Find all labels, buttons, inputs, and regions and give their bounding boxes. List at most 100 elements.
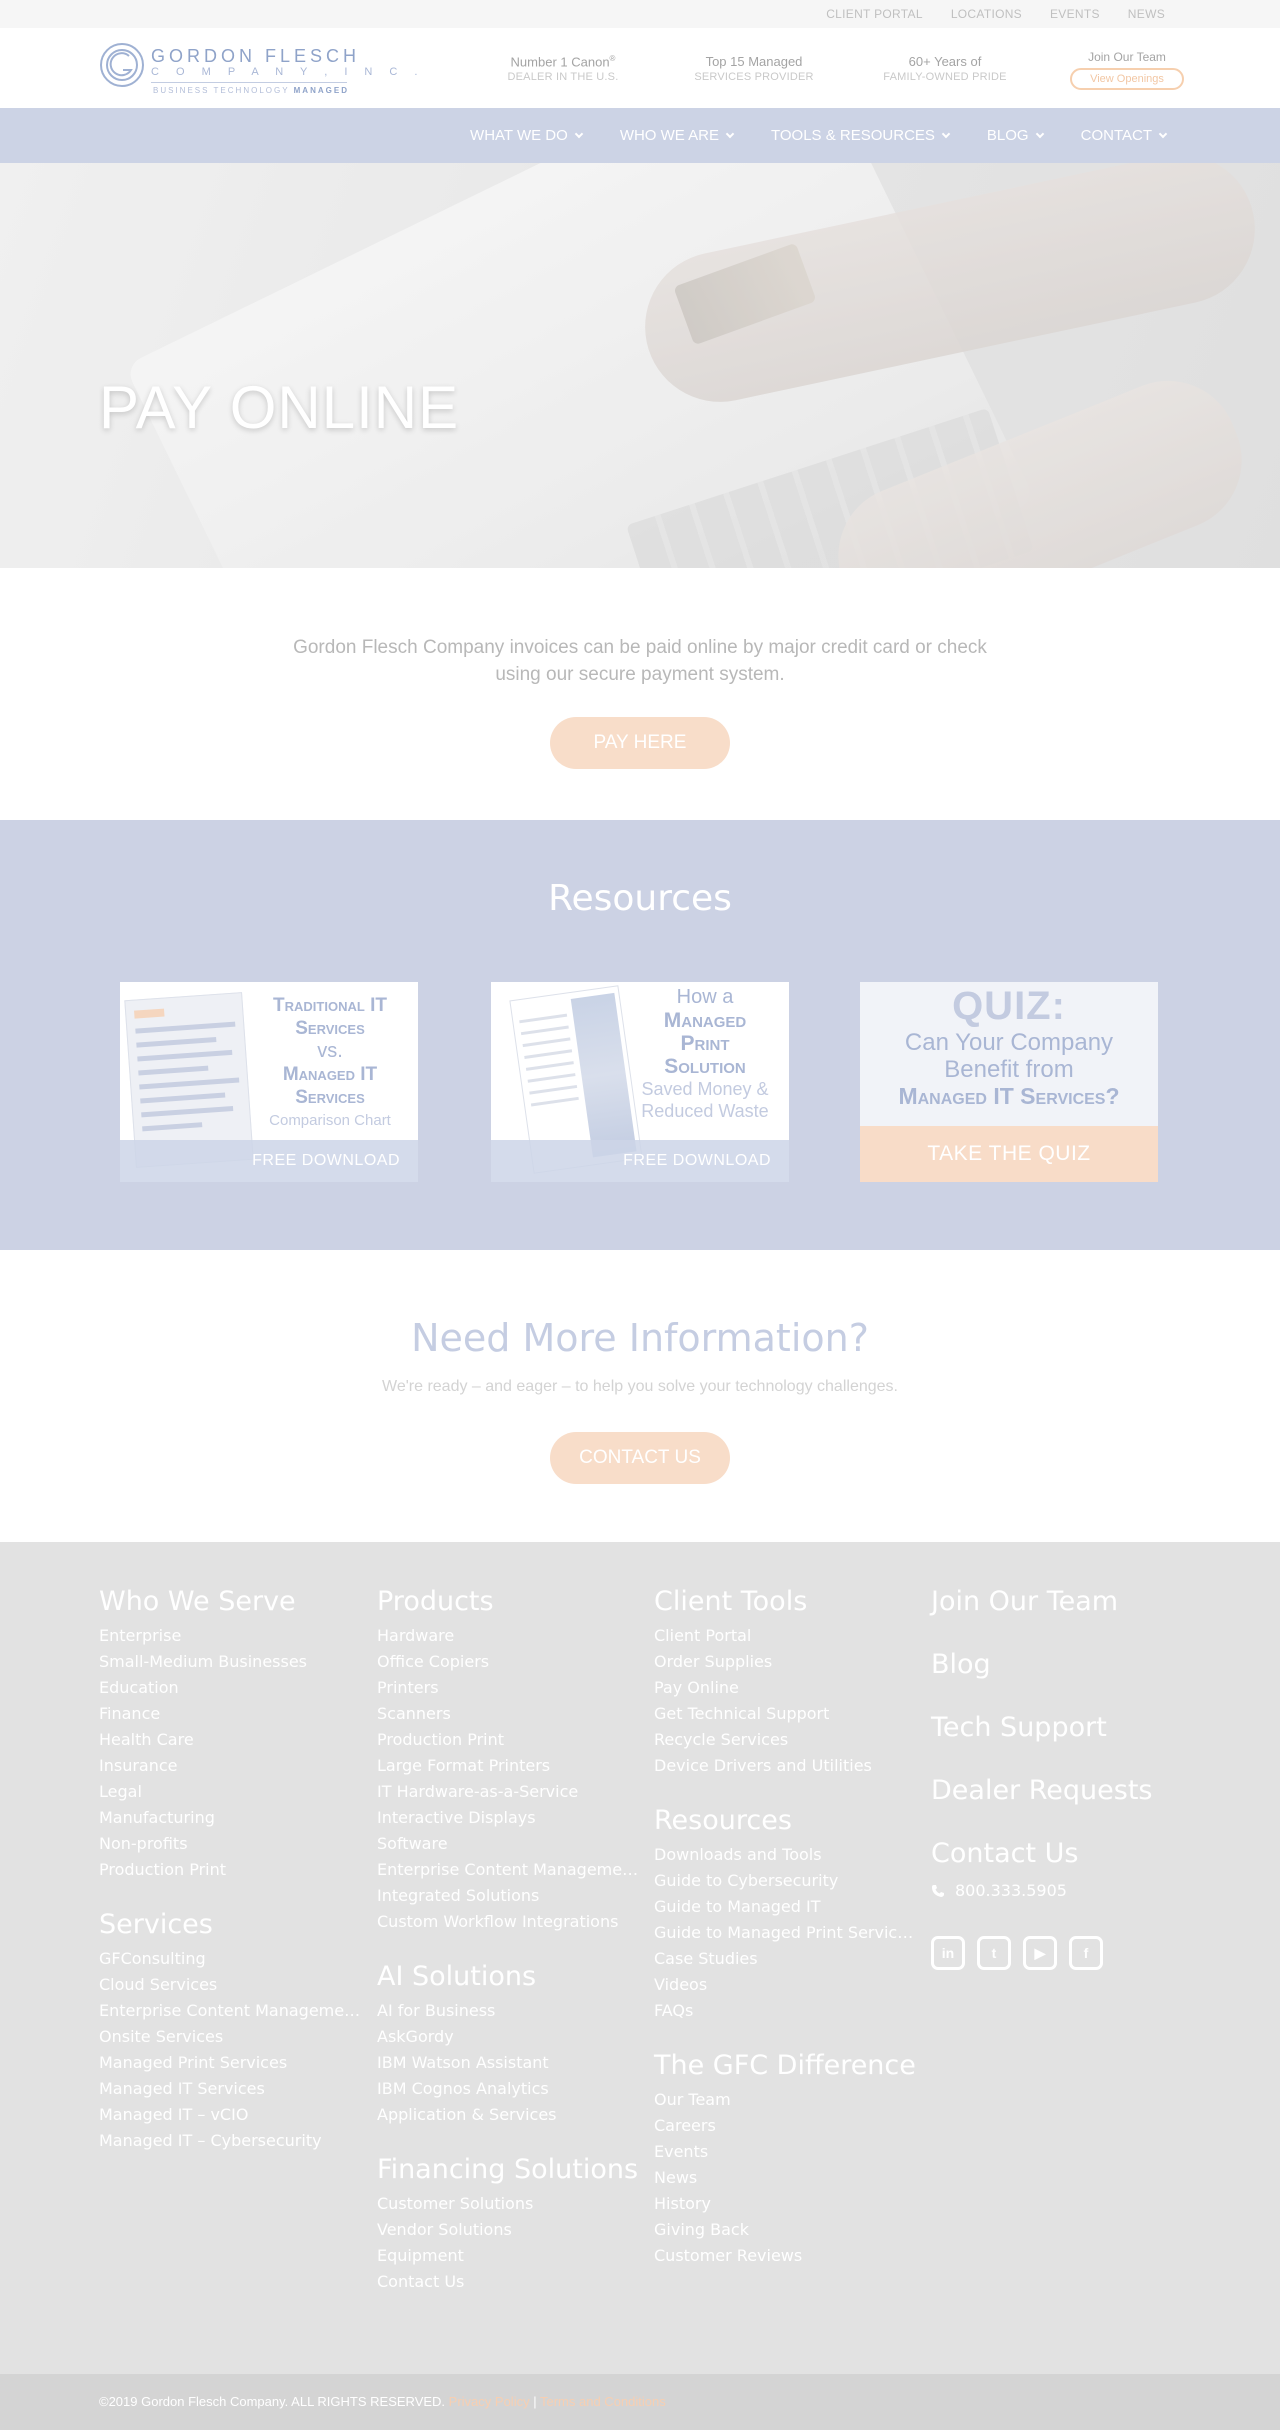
nav-blog[interactable]: BLOG bbox=[987, 127, 1044, 144]
youtube-icon[interactable]: ▶ bbox=[1023, 1936, 1057, 1970]
news-link[interactable]: NEWS bbox=[1128, 7, 1165, 21]
footer-link[interactable]: IBM Watson Assistant bbox=[377, 2050, 639, 2076]
nav-who-we-are[interactable]: WHO WE ARE bbox=[620, 127, 735, 144]
footer-link[interactable]: Giving Back bbox=[654, 2217, 916, 2243]
footer-join-team-link[interactable]: Join Our Team bbox=[931, 1586, 1193, 1617]
footer-link[interactable]: Non-profits bbox=[99, 1831, 361, 1857]
footer-link[interactable]: AskGordy bbox=[377, 2024, 639, 2050]
footer-link[interactable]: Enterprise Content Manageme… bbox=[99, 1998, 361, 2024]
nav-what-we-do[interactable]: WHAT WE DO bbox=[470, 127, 584, 144]
client-portal-link[interactable]: CLIENT PORTAL bbox=[826, 7, 923, 21]
quiz-line: Can Your Company bbox=[904, 1029, 1114, 1056]
footer-link[interactable]: Legal bbox=[99, 1779, 361, 1805]
footer-link[interactable]: Careers bbox=[654, 2113, 916, 2139]
free-download-button[interactable]: FREE DOWNLOAD bbox=[491, 1140, 789, 1182]
footer-heading: Financing Solutions bbox=[377, 2154, 639, 2185]
footer-link[interactable]: Get Technical Support bbox=[654, 1701, 916, 1727]
resource-card-quiz[interactable]: QUIZ: Can Your Company Benefit from Mana… bbox=[860, 982, 1158, 1182]
facebook-icon[interactable]: f bbox=[1069, 1936, 1103, 1970]
footer-link[interactable]: Recycle Services bbox=[654, 1727, 916, 1753]
resource-card-it-comparison[interactable]: Traditional IT Services vs. Managed IT S… bbox=[120, 982, 418, 1182]
contact-us-button[interactable]: CONTACT US bbox=[550, 1432, 730, 1484]
footer-link[interactable]: Customer Solutions bbox=[377, 2191, 639, 2217]
footer-dealer-requests-link[interactable]: Dealer Requests bbox=[931, 1775, 1193, 1806]
locations-link[interactable]: LOCATIONS bbox=[951, 7, 1022, 21]
pay-here-button[interactable]: PAY HERE bbox=[550, 717, 730, 769]
footer-link[interactable]: Office Copiers bbox=[377, 1649, 639, 1675]
footer-link[interactable]: Pay Online bbox=[654, 1675, 916, 1701]
top-utility-bar: CLIENT PORTAL LOCATIONS EVENTS NEWS bbox=[0, 0, 1280, 28]
footer-link[interactable]: Managed IT – Cybersecurity bbox=[99, 2128, 361, 2154]
join-team-label[interactable]: Join Our Team bbox=[1070, 50, 1184, 64]
terms-link[interactable]: Terms and Conditions bbox=[540, 2394, 666, 2409]
footer-link[interactable]: Contact Us bbox=[377, 2269, 639, 2295]
footer-link[interactable]: GFConsulting bbox=[99, 1946, 361, 1972]
footer-link[interactable]: Guide to Managed IT bbox=[654, 1894, 916, 1920]
footer-link[interactable]: Customer Reviews bbox=[654, 2243, 916, 2269]
footer-link[interactable]: IBM Cognos Analytics bbox=[377, 2076, 639, 2102]
twitter-icon[interactable]: t bbox=[977, 1936, 1011, 1970]
footer-tech-support-link[interactable]: Tech Support bbox=[931, 1712, 1193, 1743]
footer-link[interactable]: Production Print bbox=[377, 1727, 639, 1753]
thumb-line bbox=[525, 1061, 574, 1071]
footer-link[interactable]: Case Studies bbox=[654, 1946, 916, 1972]
footer-link[interactable]: Printers bbox=[377, 1675, 639, 1701]
footer-link[interactable]: Client Portal bbox=[654, 1623, 916, 1649]
footer-link[interactable]: Guide to Cybersecurity bbox=[654, 1868, 916, 1894]
view-openings-button[interactable]: View Openings bbox=[1070, 68, 1184, 90]
footer-link[interactable]: Small-Medium Businesses bbox=[99, 1649, 361, 1675]
thumb-line bbox=[137, 1049, 233, 1062]
footer-link[interactable]: History bbox=[654, 2191, 916, 2217]
nav-contact[interactable]: CONTACT bbox=[1081, 127, 1168, 144]
footer-link[interactable]: Scanners bbox=[377, 1701, 639, 1727]
footer-contact-us-link[interactable]: Contact Us bbox=[931, 1838, 1193, 1869]
footer-link[interactable]: Guide to Managed Print Servic… bbox=[654, 1920, 916, 1946]
footer-link[interactable]: Onsite Services bbox=[99, 2024, 361, 2050]
footer-link[interactable]: Software bbox=[377, 1831, 639, 1857]
resource-card-managed-print[interactable]: How a Managed Print Solution Saved Money… bbox=[491, 982, 789, 1182]
footer-link[interactable]: Finance bbox=[99, 1701, 361, 1727]
footer-link[interactable]: Enterprise Content Manageme… bbox=[377, 1857, 639, 1883]
footer-phone[interactable]: 800.333.5905 bbox=[931, 1881, 1193, 1900]
footer-link[interactable]: News bbox=[654, 2165, 916, 2191]
footer-link[interactable]: Large Format Printers bbox=[377, 1753, 639, 1779]
footer-link[interactable]: Insurance bbox=[99, 1753, 361, 1779]
quiz-line: Managed IT Services? bbox=[898, 1083, 1120, 1109]
free-download-button[interactable]: FREE DOWNLOAD bbox=[120, 1140, 418, 1182]
footer-link[interactable]: Downloads and Tools bbox=[654, 1842, 916, 1868]
footer-link[interactable]: Vendor Solutions bbox=[377, 2217, 639, 2243]
footer-link[interactable]: AI for Business bbox=[377, 1998, 639, 2024]
footer-blog-link[interactable]: Blog bbox=[931, 1649, 1193, 1680]
more-info-section: Need More Information? We're ready – and… bbox=[0, 1250, 1280, 1542]
footer-link[interactable]: FAQs bbox=[654, 1998, 916, 2024]
footer-link[interactable]: Device Drivers and Utilities bbox=[654, 1753, 916, 1779]
thumb-line bbox=[527, 1073, 576, 1083]
nav-tools-resources[interactable]: TOOLS & RESOURCES bbox=[771, 127, 951, 144]
footer-link[interactable]: Application & Services bbox=[377, 2102, 639, 2128]
company-logo[interactable]: GORDON FLESCH C O M P A N Y , I N C . BU… bbox=[99, 40, 417, 100]
footer-link[interactable]: Order Supplies bbox=[654, 1649, 916, 1675]
footer-link[interactable]: Interactive Displays bbox=[377, 1805, 639, 1831]
footer-link[interactable]: Education bbox=[99, 1675, 361, 1701]
footer-link[interactable]: Hardware bbox=[377, 1623, 639, 1649]
footer-link[interactable]: Production Print bbox=[99, 1857, 361, 1883]
linkedin-icon[interactable]: in bbox=[931, 1936, 965, 1970]
footer-link[interactable]: Cloud Services bbox=[99, 1972, 361, 1998]
take-the-quiz-button[interactable]: TAKE THE QUIZ bbox=[860, 1126, 1158, 1182]
footer-link[interactable]: IT Hardware-as-a-Service bbox=[377, 1779, 639, 1805]
footer-link[interactable]: Managed Print Services bbox=[99, 2050, 361, 2076]
footer-link[interactable]: Manufacturing bbox=[99, 1805, 361, 1831]
footer-link[interactable]: Events bbox=[654, 2139, 916, 2165]
privacy-policy-link[interactable]: Privacy Policy bbox=[449, 2394, 530, 2409]
events-link[interactable]: EVENTS bbox=[1050, 7, 1100, 21]
footer-link[interactable]: Enterprise bbox=[99, 1623, 361, 1649]
footer-link[interactable]: Managed IT Services bbox=[99, 2076, 361, 2102]
footer-link[interactable]: Managed IT – vCIO bbox=[99, 2102, 361, 2128]
footer-link[interactable]: Our Team bbox=[654, 2087, 916, 2113]
footer-link[interactable]: Equipment bbox=[377, 2243, 639, 2269]
footer-link[interactable]: Custom Workflow Integrations bbox=[377, 1909, 639, 1935]
footer-link[interactable]: Integrated Solutions bbox=[377, 1883, 639, 1909]
stat-canon: Number 1 Canon® DEALER IN THE U.S. bbox=[488, 54, 638, 83]
footer-link[interactable]: Videos bbox=[654, 1972, 916, 1998]
footer-link[interactable]: Health Care bbox=[99, 1727, 361, 1753]
